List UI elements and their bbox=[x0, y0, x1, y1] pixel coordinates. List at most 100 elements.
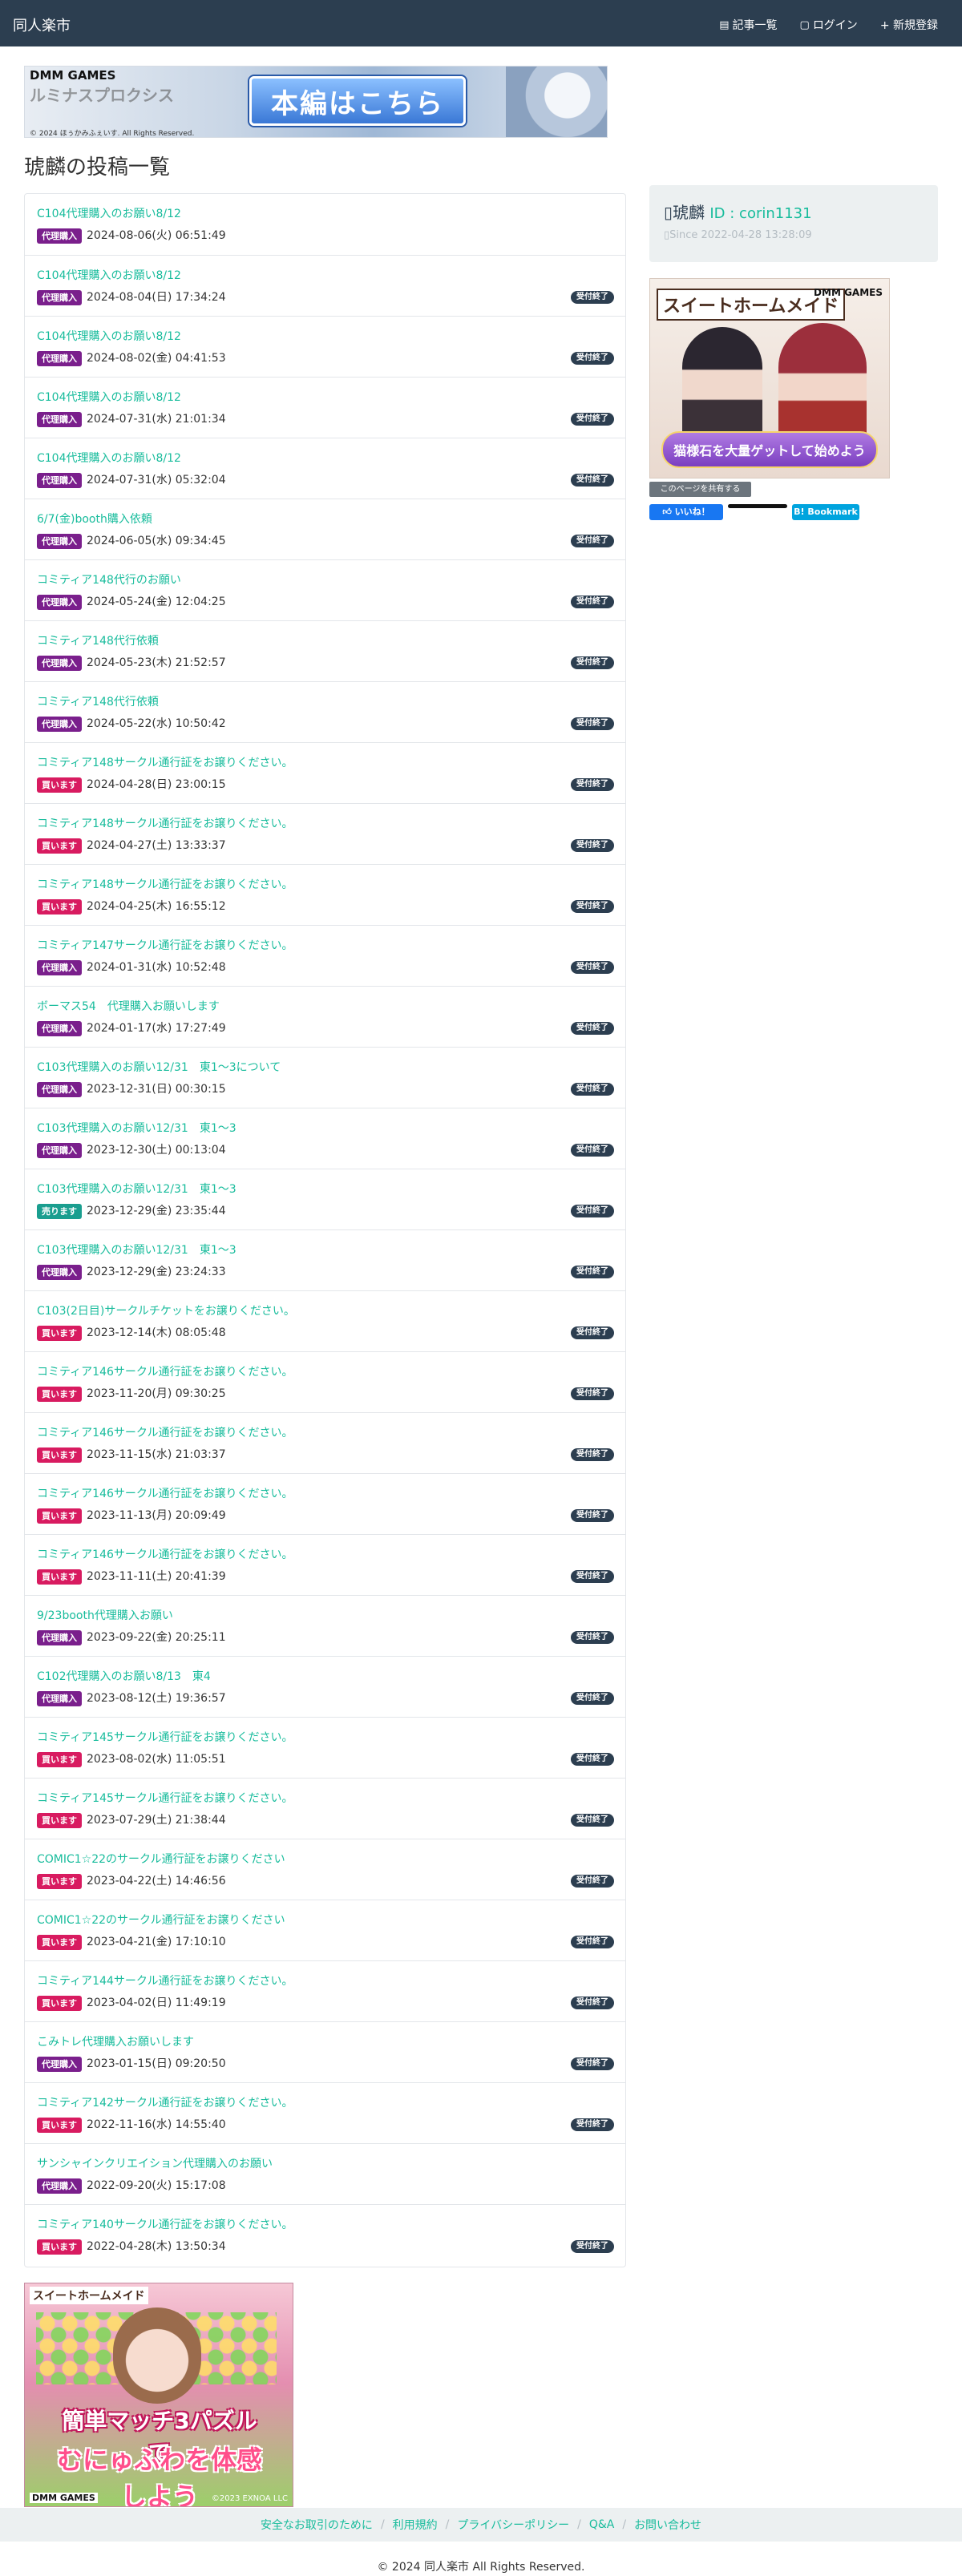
side-ad-character-left bbox=[682, 327, 762, 447]
nav-login-link[interactable]: ▢ ログイン bbox=[800, 17, 858, 33]
footer-link-privacy[interactable]: プライバシーポリシー bbox=[457, 2517, 569, 2533]
post-title-link[interactable]: C103代理購入のお願い12/31 東1～3 bbox=[37, 1181, 236, 1197]
post-title-link[interactable]: C103代理購入のお願い12/31 東1～3について bbox=[37, 1059, 281, 1075]
banner-cta-button[interactable]: 本編はこちら bbox=[249, 76, 466, 126]
post-title-link[interactable]: コミティア148サークル通行証をお譲りください。 bbox=[37, 754, 293, 770]
post-title-link[interactable]: COMIC1☆22のサークル通行証をお譲りください bbox=[37, 1912, 285, 1928]
post-title-link[interactable]: C104代理購入のお願い8/12 bbox=[37, 450, 181, 466]
post-row: コミティア147サークル通行証をお譲りください。 代理購入 2024-01-31(水… bbox=[25, 925, 625, 986]
post-type-badge: 代理購入 bbox=[37, 717, 82, 732]
post-date: 2024-08-02(金) 04:41:53 bbox=[87, 352, 226, 365]
footer-link-safety[interactable]: 安全なお取引のために bbox=[261, 2517, 373, 2533]
dmm-games-logo: DMM GAMES bbox=[30, 68, 116, 83]
profile-since: ▯Since 2022-04-28 13:28:09 bbox=[664, 229, 812, 241]
post-type-badge: 代理購入 bbox=[37, 1021, 82, 1036]
post-title-link[interactable]: コミティア146サークル通行証をお譲りください。 bbox=[37, 1546, 293, 1562]
post-date: 2024-06-05(水) 09:34:45 bbox=[87, 535, 226, 547]
post-type-badge: 買います bbox=[37, 1447, 82, 1463]
post-title-link[interactable]: コミティア148サークル通行証をお譲りください。 bbox=[37, 876, 293, 892]
post-type-badge: 買います bbox=[37, 1752, 82, 1767]
share-label: このページを共有する bbox=[649, 482, 751, 497]
status-badge: 受付終了 bbox=[571, 413, 614, 426]
post-title-link[interactable]: サンシャインクリエイション代理購入のお願い bbox=[37, 2155, 273, 2171]
profile-id-link[interactable]: ID : corin1131 bbox=[709, 205, 811, 222]
bottom-ad-banner[interactable]: スイートホームメイド 簡単マッチ3パズルで むにゅふわを体感しよう DMM GA… bbox=[24, 2283, 293, 2507]
status-badge: 受付終了 bbox=[571, 1875, 614, 1888]
post-title-link[interactable]: コミティア148代行依頼 bbox=[37, 632, 159, 648]
nav-articles-link[interactable]: ▤ 記事一覧 bbox=[719, 17, 777, 33]
post-date: 2023-08-02(水) 11:05:51 bbox=[87, 1753, 226, 1766]
side-ad-banner[interactable]: スイートホームメイド DMM GAMES 猫様石を大量ゲットして始めよう bbox=[649, 278, 890, 478]
post-title-link[interactable]: C104代理購入のお願い8/12 bbox=[37, 328, 181, 344]
like-label: いいね！ bbox=[674, 507, 710, 517]
post-row: コミティア148代行依頼 代理購入 2024-05-23(木) 21:52:57 受付… bbox=[25, 620, 625, 681]
post-title-link[interactable]: C103(2日目)サークルチケットをお譲りください。 bbox=[37, 1302, 295, 1318]
post-type-badge: 代理購入 bbox=[37, 595, 82, 610]
post-row: COMIC1☆22のサークル通行証をお譲りください 買います 2023-04-22(… bbox=[25, 1839, 625, 1900]
post-row: コミティア140サークル通行証をお譲りください。 買います 2022-04-28(木… bbox=[25, 2204, 625, 2265]
post-title-link[interactable]: C103代理購入のお願い12/31 東1～3 bbox=[37, 1120, 236, 1136]
nav-register-link[interactable]: + 新規登録 bbox=[880, 17, 938, 33]
post-title-link[interactable]: C104代理購入のお願い8/12 bbox=[37, 267, 181, 283]
post-row: C103代理購入のお願い12/31 東1～3について 代理購入 2023-12-31… bbox=[25, 1047, 625, 1108]
post-title-link[interactable]: ボーマス54 代理購入お願いします bbox=[37, 998, 220, 1014]
hatena-bookmark-button[interactable]: B! Bookmark bbox=[792, 504, 859, 520]
post-title-link[interactable]: C104代理購入のお願い8/12 bbox=[37, 389, 181, 405]
facebook-like-button[interactable]: 👍︎ いいね！ bbox=[649, 504, 723, 520]
footer-separator: / bbox=[445, 2518, 450, 2531]
post-title-link[interactable]: コミティア146サークル通行証をお譲りください。 bbox=[37, 1424, 293, 1440]
post-title-link[interactable]: C102代理購入のお願い8/13 東4 bbox=[37, 1668, 211, 1684]
post-title-link[interactable]: コミティア140サークル通行証をお譲りください。 bbox=[37, 2216, 293, 2232]
post-type-badge: 代理購入 bbox=[37, 1691, 82, 1706]
post-title-link[interactable]: コミティア148サークル通行証をお譲りください。 bbox=[37, 815, 293, 831]
post-title-link[interactable]: コミティア148代行依頼 bbox=[37, 693, 159, 709]
user-icon: ▯ bbox=[664, 203, 673, 222]
post-title-link[interactable]: C104代理購入のお願い8/12 bbox=[37, 205, 181, 221]
status-badge: 受付終了 bbox=[571, 961, 614, 974]
post-type-badge: 代理購入 bbox=[37, 412, 82, 427]
top-ad-banner[interactable]: DMM GAMES ルミナスプロクシス © 2024 ほぅかみふぇいす. All… bbox=[24, 66, 608, 138]
side-ad-character-right bbox=[778, 323, 867, 447]
site-brand[interactable]: 同人楽市 bbox=[13, 14, 71, 35]
post-row: C104代理購入のお願い8/12 代理購入 2024-07-31(水) 05:32:… bbox=[25, 438, 625, 499]
post-title-link[interactable]: コミティア145サークル通行証をお譲りください。 bbox=[37, 1729, 293, 1745]
status-badge: 受付終了 bbox=[571, 474, 614, 487]
footer-link-terms[interactable]: 利用規約 bbox=[393, 2517, 438, 2533]
post-row: コミティア148サークル通行証をお譲りください。 買います 2024-04-28(日… bbox=[25, 742, 625, 803]
post-date: 2023-12-14(木) 08:05:48 bbox=[87, 1326, 226, 1339]
post-type-badge: 買います bbox=[37, 1326, 82, 1341]
status-badge: 受付終了 bbox=[571, 1631, 614, 1644]
status-badge: 受付終了 bbox=[571, 2118, 614, 2131]
post-row: コミティア145サークル通行証をお譲りください。 買います 2023-07-29(土… bbox=[25, 1778, 625, 1839]
footer-link-qa[interactable]: Q&A bbox=[589, 2518, 615, 2531]
status-badge: 受付終了 bbox=[571, 717, 614, 730]
post-title-link[interactable]: こみトレ代理購入お願いします bbox=[37, 2033, 194, 2049]
post-title-link[interactable]: コミティア144サークル通行証をお譲りください。 bbox=[37, 1972, 293, 1989]
post-title-link[interactable]: コミティア148代行のお願い bbox=[37, 571, 181, 587]
status-badge: 受付終了 bbox=[571, 839, 614, 852]
status-badge: 受付終了 bbox=[571, 596, 614, 608]
status-badge: 受付終了 bbox=[571, 1997, 614, 2009]
post-title-link[interactable]: 6/7(金)booth購入依頼 bbox=[37, 511, 152, 527]
footer-link-contact[interactable]: お問い合わせ bbox=[634, 2517, 701, 2533]
post-title-link[interactable]: コミティア146サークル通行証をお譲りください。 bbox=[37, 1363, 293, 1379]
status-badge: 受付終了 bbox=[571, 656, 614, 669]
post-row: 9/23booth代理購入お願い 代理購入 2023-09-22(金) 20:25:… bbox=[25, 1595, 625, 1656]
post-date: 2024-04-25(木) 16:55:12 bbox=[87, 900, 226, 913]
post-title-link[interactable]: 9/23booth代理購入お願い bbox=[37, 1607, 173, 1623]
post-row: コミティア142サークル通行証をお譲りください。 買います 2022-11-16(水… bbox=[25, 2082, 625, 2143]
post-title-link[interactable]: コミティア142サークル通行証をお譲りください。 bbox=[37, 2094, 293, 2110]
post-row: コミティア148代行のお願い 代理購入 2024-05-24(金) 12:04:25… bbox=[25, 559, 625, 620]
post-title-link[interactable]: コミティア147サークル通行証をお譲りください。 bbox=[37, 937, 293, 953]
page-title: 琥麟の投稿一覧 bbox=[24, 155, 171, 180]
post-title-link[interactable]: COMIC1☆22のサークル通行証をお譲りください bbox=[37, 1851, 285, 1867]
post-title-link[interactable]: コミティア146サークル通行証をお譲りください。 bbox=[37, 1485, 293, 1501]
post-title-link[interactable]: コミティア145サークル通行証をお譲りください。 bbox=[37, 1790, 293, 1806]
status-badge: 受付終了 bbox=[571, 778, 614, 791]
twitter-share-button[interactable] bbox=[728, 504, 787, 508]
login-icon: ▢ bbox=[799, 18, 810, 31]
post-title-link[interactable]: C103代理購入のお願い12/31 東1～3 bbox=[37, 1242, 236, 1258]
post-type-badge: 買います bbox=[37, 838, 82, 854]
post-type-badge: 代理購入 bbox=[37, 290, 82, 305]
post-type-badge: 買います bbox=[37, 1508, 82, 1524]
